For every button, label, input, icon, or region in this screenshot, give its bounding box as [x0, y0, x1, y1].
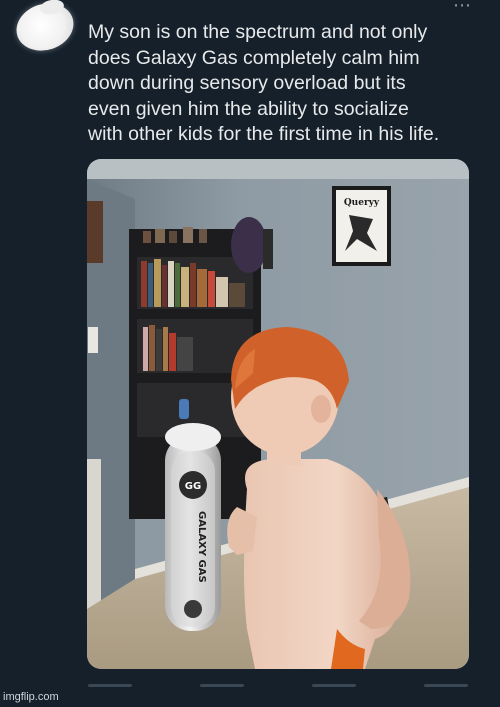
photo-scene: Queryy GG GALAXY GAS	[87, 159, 469, 669]
post-text: My son is on the spectrum and not only d…	[88, 21, 440, 145]
poster: Queryy	[332, 186, 391, 266]
post-action-bar	[88, 684, 468, 690]
like-icon[interactable]	[312, 684, 356, 687]
share-icon[interactable]	[424, 684, 468, 687]
repost-icon[interactable]	[200, 684, 244, 687]
canister-logo: GG	[185, 481, 201, 492]
canister-label: GALAXY GAS	[196, 511, 207, 583]
poster-label: Queryy	[344, 198, 380, 208]
galaxy-gas-canister: GG GALAXY GAS	[165, 399, 221, 631]
post-photo[interactable]: Queryy GG GALAXY GAS	[87, 159, 469, 669]
more-options-icon[interactable]: ⋯	[453, 0, 472, 15]
imgflip-watermark: imgflip.com	[3, 691, 59, 703]
reply-icon[interactable]	[88, 684, 132, 687]
